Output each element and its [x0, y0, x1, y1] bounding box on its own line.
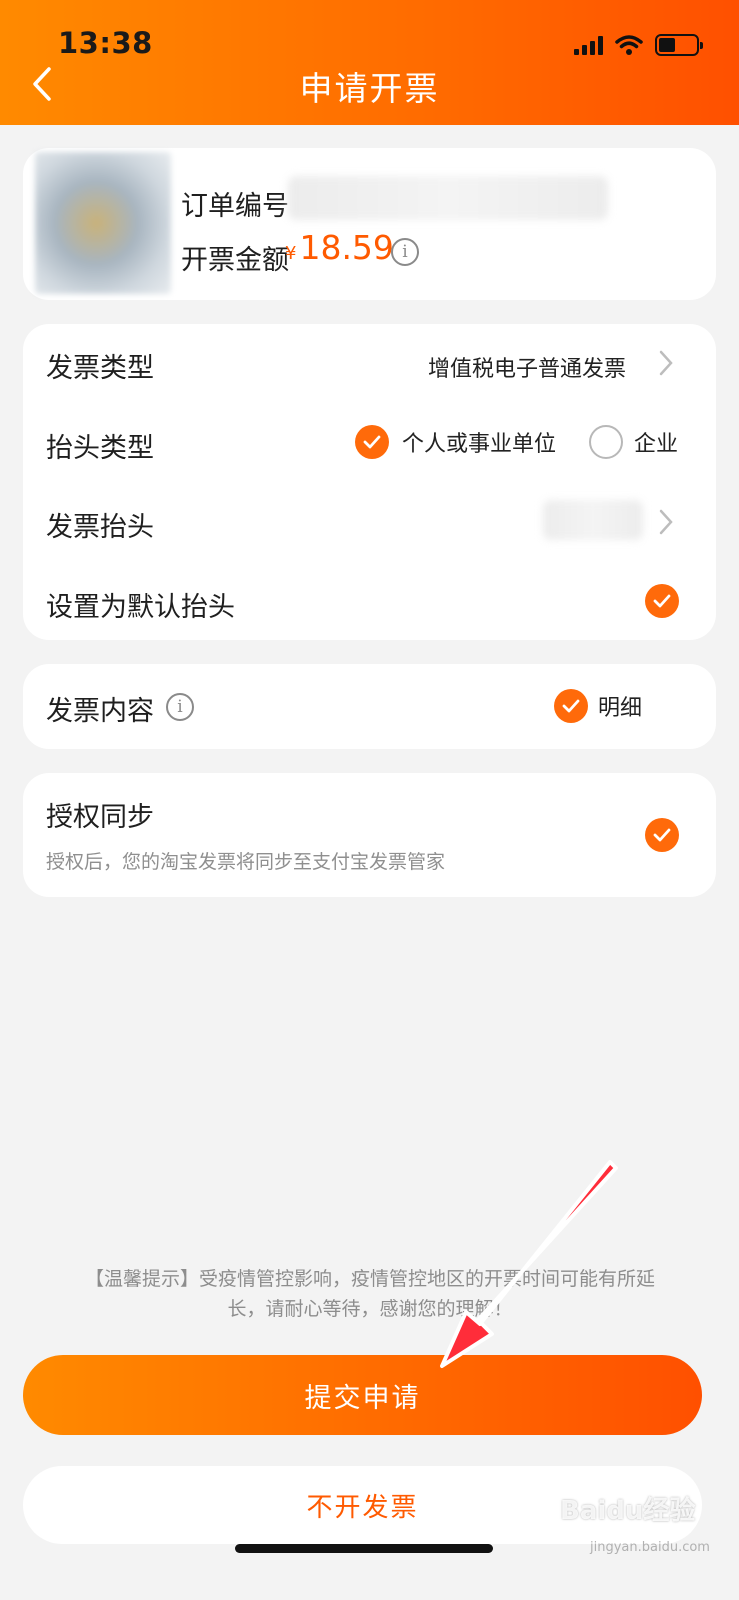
- content-option-detail[interactable]: 明细: [554, 689, 642, 723]
- invoice-type-value[interactable]: 增值税电子普通发票: [428, 351, 626, 383]
- authorization-description: 授权后，您的淘宝发票将同步至支付宝发票管家: [46, 851, 446, 873]
- title-type-option-label: 个人或事业单位: [402, 432, 557, 457]
- checkmark-icon: [363, 435, 381, 449]
- order-summary-card: 订单编号 开票金额: [23, 148, 716, 300]
- order-number-label: 订单编号: [181, 191, 289, 222]
- checkmark-icon: [653, 594, 671, 608]
- default-title-checkbox[interactable]: [645, 584, 679, 618]
- content-option-label: 明细: [598, 696, 643, 721]
- battery-icon: [655, 34, 703, 56]
- invoice-type-chevron[interactable]: [656, 349, 676, 377]
- title-type-label: 抬头类型: [46, 433, 154, 464]
- app-header: 13:38 申请开票: [0, 0, 739, 125]
- authorization-label: 授权同步: [46, 802, 154, 833]
- status-icons: [574, 34, 703, 56]
- radio-checked-icon: [554, 689, 588, 723]
- product-thumbnail: [35, 152, 171, 294]
- order-number-value-redacted: [288, 176, 608, 220]
- invoice-content-card: 发票内容 i 明细: [23, 664, 716, 749]
- title-type-option-company[interactable]: 企业: [589, 425, 678, 459]
- title-type-option-personal[interactable]: 个人或事业单位: [355, 425, 556, 459]
- invoice-type-label: 发票类型: [46, 353, 154, 384]
- watermark-url: jingyan.baidu.com: [590, 1540, 710, 1555]
- checkmark-icon: [562, 699, 580, 713]
- invoice-amount-label: 开票金额: [181, 245, 289, 276]
- amount-value: 18.59: [299, 228, 394, 267]
- title-type-option-label: 企业: [634, 432, 679, 457]
- home-indicator[interactable]: [235, 1544, 493, 1553]
- cellular-signal-icon: [574, 35, 603, 55]
- submit-button[interactable]: 提交申请: [23, 1355, 702, 1435]
- authorization-checkbox[interactable]: [645, 818, 679, 852]
- radio-unchecked-icon: [589, 425, 623, 459]
- invoice-title-value-redacted[interactable]: [543, 500, 643, 540]
- radio-checked-icon: [355, 425, 389, 459]
- content-info-icon[interactable]: i: [166, 693, 194, 721]
- authorization-card: 授权同步 授权后，您的淘宝发票将同步至支付宝发票管家: [23, 773, 716, 897]
- currency-symbol: ¥: [285, 243, 297, 264]
- invoice-title-label: 发票抬头: [46, 512, 154, 543]
- warm-tip-line-2: 长，请耐心等待，感谢您的理解！: [227, 1298, 513, 1320]
- invoice-content-label: 发票内容: [46, 696, 154, 727]
- invoice-amount: ¥ 18.59: [285, 228, 394, 267]
- warm-tip: 【温馨提示】受疫情管控影响，疫情管控地区的开票时间可能有所延 长，请耐心等待，感…: [30, 1264, 710, 1324]
- wifi-icon: [615, 35, 643, 55]
- warm-tip-line-1: 【温馨提示】受疫情管控影响，疫情管控地区的开票时间可能有所延: [84, 1268, 655, 1290]
- chevron-right-icon: [659, 509, 673, 535]
- baidu-jingyan-watermark: Baidu经验: [560, 1496, 696, 1526]
- default-title-label: 设置为默认抬头: [46, 592, 235, 623]
- amount-info-icon[interactable]: i: [391, 238, 419, 266]
- chevron-right-icon: [659, 350, 673, 376]
- status-time: 13:38: [58, 26, 153, 60]
- invoice-title-chevron[interactable]: [656, 508, 676, 536]
- invoice-settings-card: 发票类型 增值税电子普通发票 抬头类型 个人或事业单位 企业 发票抬头 设置为默…: [23, 324, 716, 640]
- checkmark-icon: [653, 828, 671, 842]
- page-title: 申请开票: [299, 69, 440, 108]
